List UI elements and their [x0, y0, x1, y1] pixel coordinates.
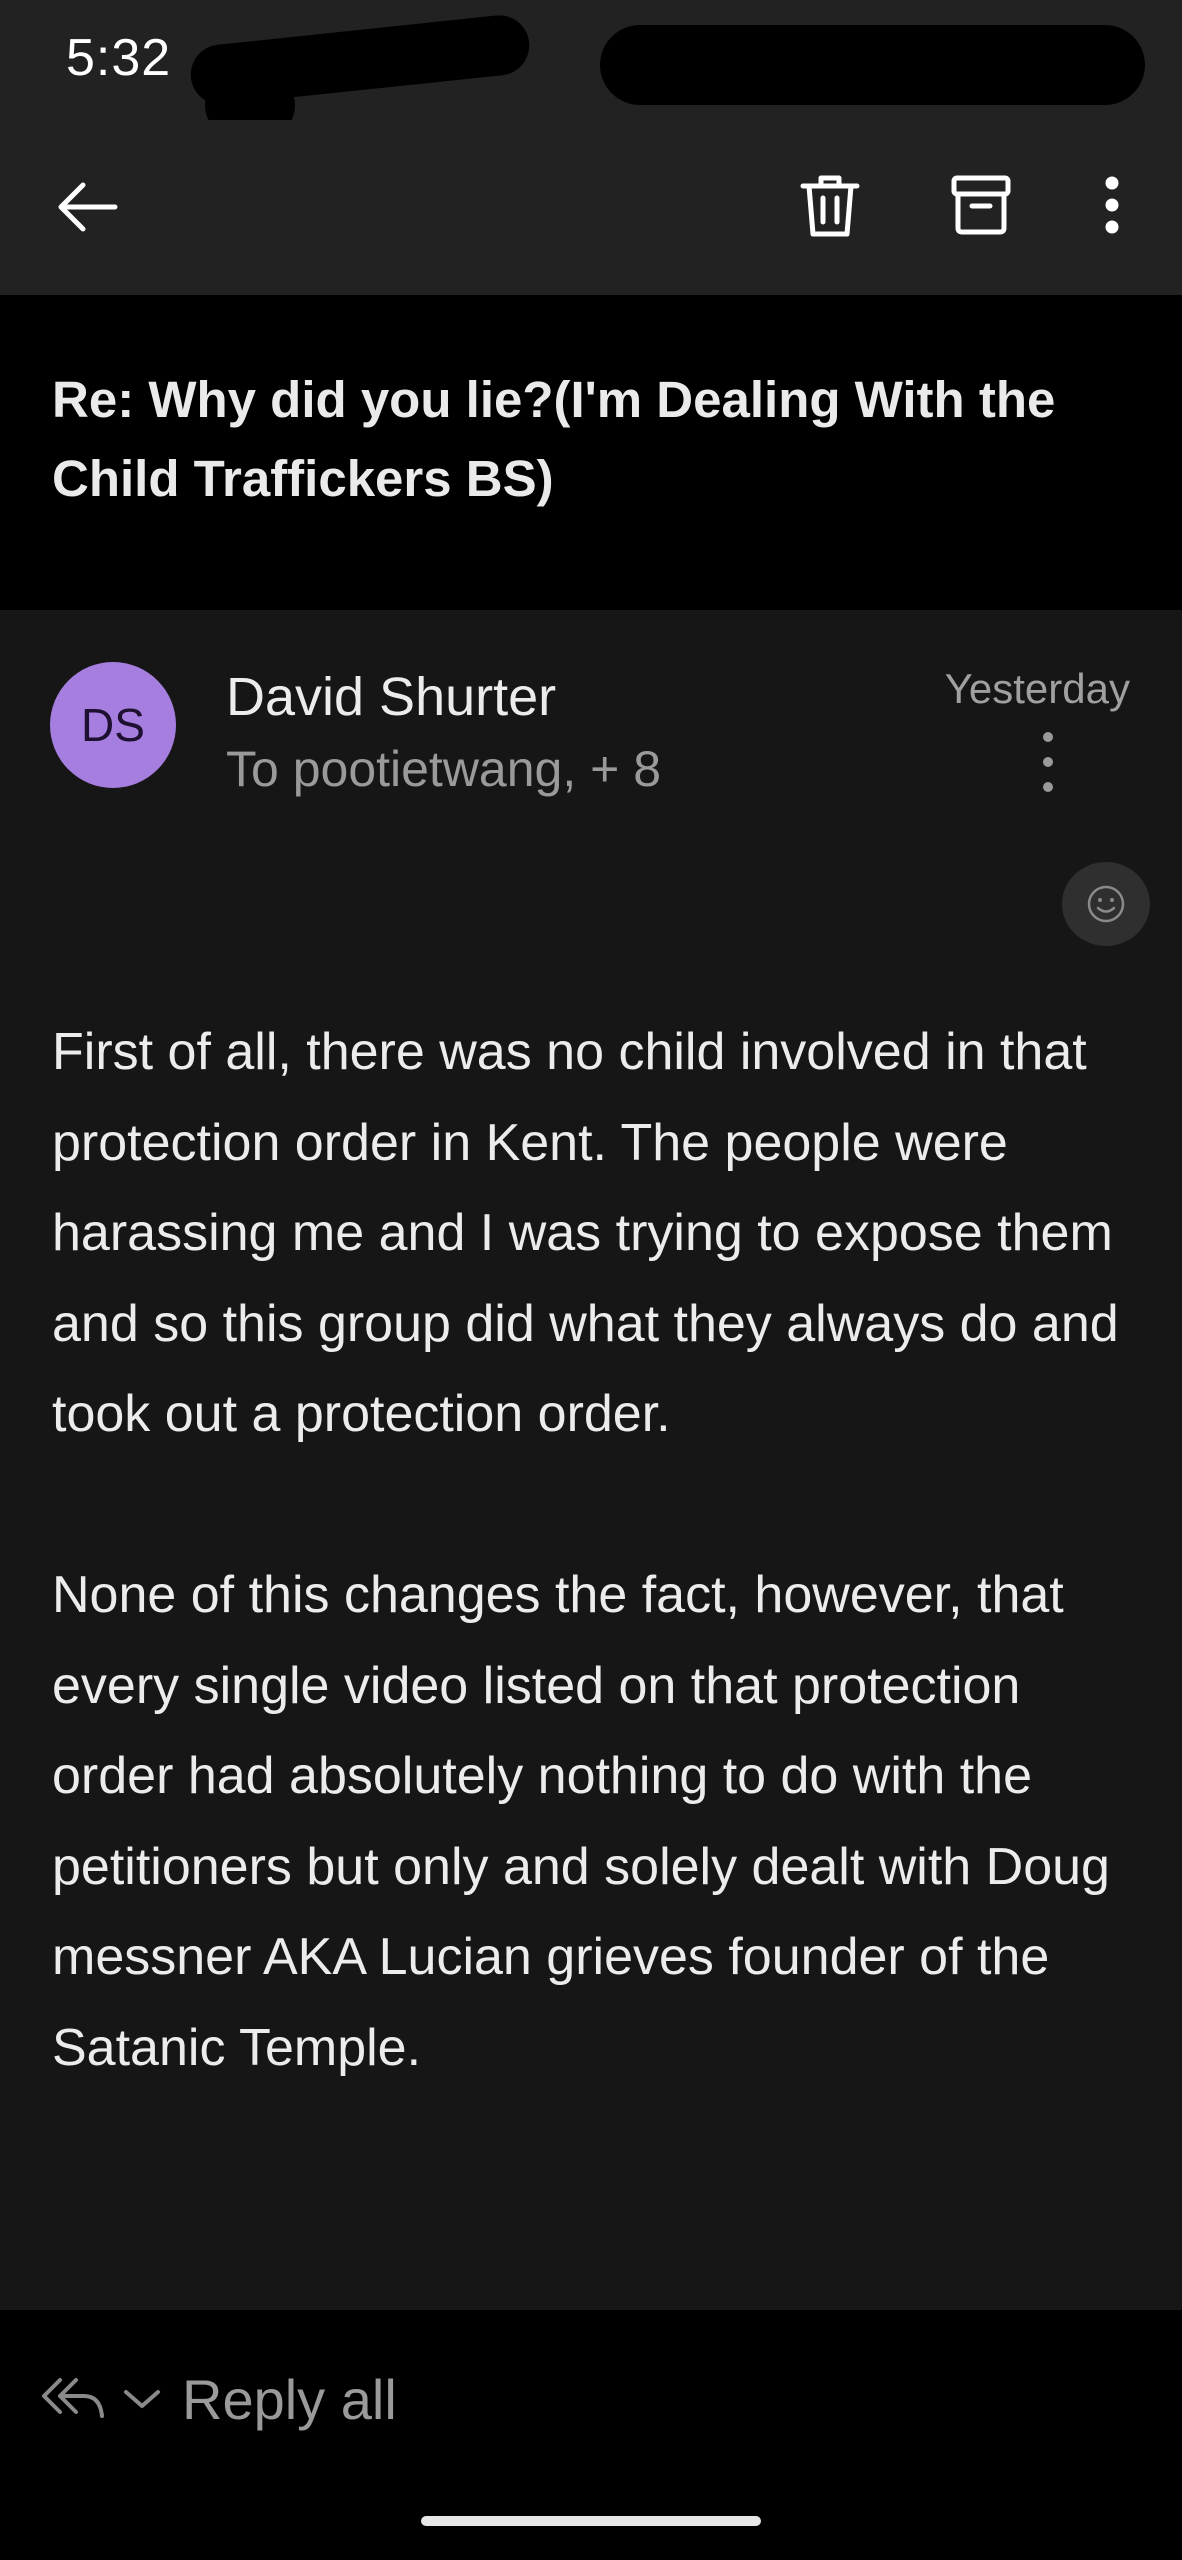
status-bar: 5:32 [0, 0, 1182, 140]
kebab-vertical-icon [1105, 176, 1119, 234]
status-time: 5:32 [66, 29, 172, 87]
avatar[interactable]: DS [50, 662, 176, 788]
redaction-right [600, 25, 1145, 105]
sender-name[interactable]: David Shurter [226, 666, 556, 728]
recipients[interactable]: To pootietwang, + 8 [226, 740, 661, 798]
reply-all-button[interactable]: Reply all [40, 2354, 397, 2444]
email-subject: Re: Why did you lie?(I'm Dealing With th… [52, 371, 1056, 507]
trash-icon [800, 175, 860, 237]
react-button[interactable] [1062, 862, 1150, 946]
archive-button[interactable] [926, 150, 1036, 260]
arrow-left-icon [58, 182, 118, 232]
dot-icon [1043, 732, 1053, 742]
reply-all-icon [42, 2378, 104, 2418]
chevron-down-icon[interactable] [120, 2384, 164, 2414]
body-paragraph: None of this changes the fact, however, … [52, 1566, 1110, 2077]
reply-all-label: Reply all [182, 2367, 397, 2431]
avatar-initials: DS [81, 699, 145, 751]
back-button[interactable] [32, 152, 142, 262]
message-date: Yesterday [944, 665, 1130, 712]
archive-box-icon [951, 175, 1011, 235]
body-paragraph: First of all, there was no child involve… [52, 1023, 1119, 1443]
dot-icon [1043, 782, 1053, 792]
dot-icon [1043, 757, 1053, 767]
smiley-icon [1087, 885, 1125, 923]
message-body: First of all, there was no child involve… [52, 1007, 1142, 2093]
message-more-button[interactable] [1026, 732, 1070, 792]
more-options-button[interactable] [1057, 150, 1167, 260]
delete-button[interactable] [775, 150, 885, 260]
home-indicator[interactable] [421, 2516, 761, 2526]
toolbar [0, 120, 1182, 295]
